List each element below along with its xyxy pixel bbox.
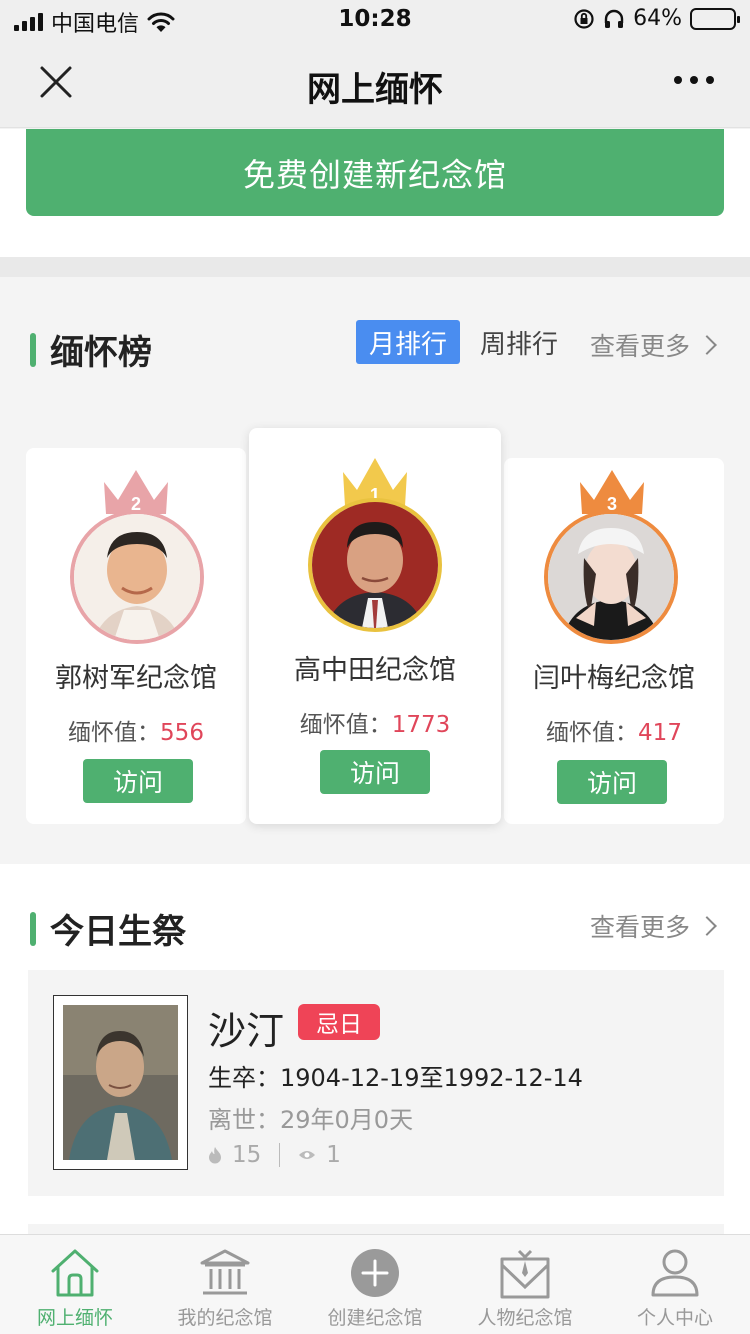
eye-icon [299,1151,316,1159]
crown-icon: 2 [104,470,168,514]
nav-bar: 网上缅怀 [0,40,750,128]
tab-label: 创建纪念馆 [327,1307,423,1329]
more-dots-icon[interactable] [674,76,714,84]
rank-card-1: 1 高中田纪念馆 缅怀值：1773 访问 [249,428,501,824]
ranking-header: 缅怀榜 [30,325,152,374]
flame-count: 15 [232,1142,262,1168]
rank-card-3: 3 闫叶梅纪念馆 缅怀值：417 访问 [504,458,724,824]
battery-icon [690,7,740,30]
today-see-more-link[interactable]: 查看更多 [590,908,720,944]
tab-weekly-ranking[interactable]: 周排行 [480,320,558,364]
tab-my-memorials[interactable]: 我的纪念馆 [150,1235,300,1334]
life-dates: 生卒：1904-12-19至1992-12-14 [208,1064,583,1092]
value-number: 556 [160,720,204,746]
memorial-name[interactable]: 闫叶梅纪念馆 [504,656,724,695]
crown-icon: 3 [580,470,644,514]
person-name: 沙汀 [208,1009,285,1053]
memorial-value: 缅怀值：1773 [249,705,501,739]
memorial-value: 缅怀值：556 [26,713,246,747]
section-divider [0,257,750,277]
chevron-right-icon [697,916,717,936]
avatar[interactable] [70,510,204,644]
avatar[interactable] [544,510,678,644]
ranking-title: 缅怀榜 [50,333,152,373]
headphones-icon [604,9,624,28]
ranking-section: 缅怀榜 月排行 周排行 查看更多 2 郭树军纪念馆 缅怀值：556 访问 3 闫… [0,277,750,864]
tab-label: 人物纪念馆 [477,1307,573,1329]
ranking-see-more-link[interactable]: 查看更多 [590,327,720,363]
view-stat: 1 [298,1142,341,1168]
memorial-name[interactable]: 郭树军纪念馆 [26,656,246,695]
memorial-value: 缅怀值：417 [504,713,724,747]
tab-online-memorial[interactable]: 网上缅怀 [0,1235,150,1334]
tab-label: 个人中心 [636,1307,713,1329]
tab-monthly-ranking[interactable]: 月排行 [356,320,460,364]
tab-personal-center[interactable]: 个人中心 [600,1235,750,1334]
status-right: 64% [573,6,740,31]
rank-card-2: 2 郭树军纪念馆 缅怀值：556 访问 [26,448,246,824]
time-since-passing: 离世：29年0月0天 [208,1106,414,1134]
memorial-name[interactable]: 高中田纪念馆 [249,648,501,687]
death-anniversary-badge: 忌日 [298,1004,380,1040]
value-number: 1773 [391,712,451,738]
flame-icon [209,1147,221,1164]
tab-person-memorial[interactable]: 人物纪念馆 [450,1235,600,1334]
bottom-tab-bar: 网上缅怀 我的纪念馆 创建纪念馆 人物纪念馆 个人中心 [0,1234,750,1334]
status-bar: 中国电信 10:28 64% [0,0,750,40]
today-person-card[interactable]: 沙汀 忌日 生卒：1904-12-19至1992-12-14 离世：29年0月0… [28,970,724,1196]
orientation-lock-icon [574,8,594,29]
view-count: 1 [326,1142,341,1168]
create-section: 免费创建新纪念馆 [0,129,750,257]
today-title: 今日生祭 [50,912,186,952]
add-circle-icon [351,1249,399,1297]
page-title: 网上缅怀 [307,70,443,110]
visit-button[interactable]: 访问 [83,759,193,803]
section-accent-bar [30,911,36,946]
see-more-label: 查看更多 [589,332,690,361]
home-icon [51,1249,99,1297]
user-icon [651,1249,699,1297]
stats-row: 15 1 [208,1142,341,1168]
today-section: 今日生祭 查看更多 沙汀 忌日 生卒：1904-12-19至1992-12-14… [0,864,750,1244]
battery-percent: 64% [633,6,682,31]
today-header: 今日生祭 [30,904,186,953]
tab-label: 网上缅怀 [36,1307,113,1329]
visit-button[interactable]: 访问 [320,750,430,794]
chevron-right-icon [697,335,717,355]
memorial-hall-icon [200,1249,250,1295]
see-more-label: 查看更多 [589,913,690,942]
person-portrait [63,1005,178,1160]
visit-button[interactable]: 访问 [557,760,667,804]
portrait-frame [53,995,188,1170]
create-memorial-button[interactable]: 免费创建新纪念馆 [26,129,724,216]
value-number: 417 [638,720,682,746]
stat-divider [279,1143,281,1167]
section-accent-bar [30,332,36,367]
value-label: 缅怀值： [299,712,392,738]
value-label: 缅怀值： [68,720,161,746]
person-memorial-icon [500,1249,550,1299]
flame-stat: 15 [208,1142,261,1168]
avatar[interactable] [308,498,442,632]
value-label: 缅怀值： [546,720,639,746]
tab-label: 我的纪念馆 [177,1307,273,1329]
tab-create-memorial[interactable]: 创建纪念馆 [300,1235,450,1334]
